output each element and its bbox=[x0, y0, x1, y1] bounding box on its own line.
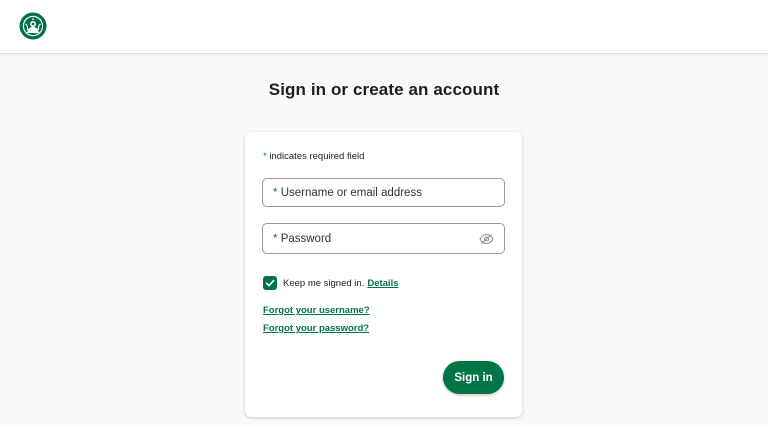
username-label-text: Username or email address bbox=[280, 186, 422, 199]
site-header bbox=[0, 0, 768, 54]
required-star: * bbox=[263, 151, 267, 162]
sign-in-button[interactable]: Sign in bbox=[443, 361, 504, 394]
keep-signed-in-label: Keep me signed in. bbox=[283, 277, 365, 289]
keep-signed-in-row: Keep me signed in. Details bbox=[263, 276, 399, 290]
username-field[interactable]: * Username or email address bbox=[262, 178, 505, 207]
required-field-note: * indicates required field bbox=[263, 151, 364, 162]
password-required-star: * bbox=[273, 232, 278, 245]
forgot-password-link[interactable]: Forgot your password? bbox=[263, 323, 369, 334]
password-label-text: Password bbox=[280, 232, 332, 245]
checkmark-icon bbox=[265, 279, 275, 287]
starbucks-logo-icon[interactable] bbox=[19, 12, 47, 40]
password-label: * Password bbox=[273, 233, 331, 245]
forgot-username-link[interactable]: Forgot your username? bbox=[263, 305, 370, 316]
password-field[interactable]: * Password bbox=[262, 223, 505, 254]
keep-signed-in-checkbox[interactable] bbox=[263, 276, 277, 290]
username-required-star: * bbox=[273, 186, 278, 199]
details-link[interactable]: Details bbox=[367, 278, 398, 289]
sign-in-card: * indicates required field * Username or… bbox=[245, 132, 522, 417]
page-title: Sign in or create an account bbox=[268, 80, 500, 99]
required-note-text: indicates required field bbox=[269, 151, 365, 162]
username-label: * Username or email address bbox=[273, 187, 422, 199]
eye-icon[interactable] bbox=[479, 233, 494, 244]
